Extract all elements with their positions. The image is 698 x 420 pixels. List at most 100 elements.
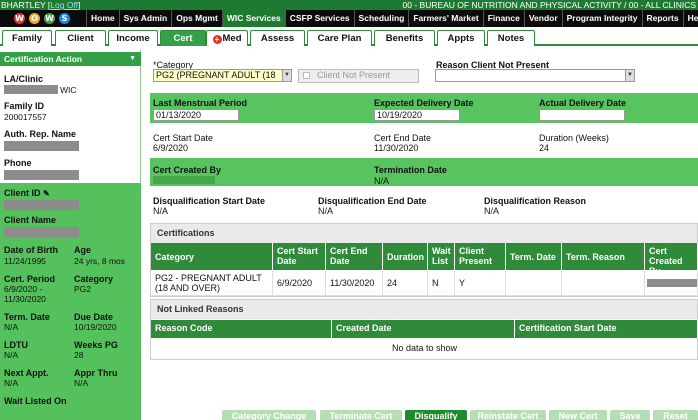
disq-end-value: N/A [318, 206, 334, 216]
reinstate-cert-button[interactable]: Reinstate Cert [470, 410, 546, 420]
lmp-label: Last Menstrual Period [153, 98, 248, 108]
due-date-label: Due Date [74, 312, 114, 322]
tab-benefits[interactable]: Benefits [374, 30, 435, 46]
reset-button[interactable]: Reset [653, 410, 698, 420]
username-bracket: ] [78, 0, 81, 10]
cert-start-label: Cert Start Date [153, 133, 214, 143]
cell-cert-end: 11/30/2020 [326, 270, 383, 296]
reason-not-present-select[interactable]: ▼ [435, 69, 635, 82]
nav-program-integrity[interactable]: Program Integrity [561, 10, 642, 27]
col-term-date[interactable]: Term. Date [506, 243, 562, 270]
due-date-value: 10/19/2020 [74, 322, 117, 332]
col-wait-list[interactable]: Wait List [428, 243, 455, 270]
logo-letter: W [44, 13, 55, 24]
nav-vendor[interactable]: Vendor [523, 10, 562, 27]
col-cert-created-by[interactable]: Cert Created By [645, 243, 698, 270]
col-term-reason[interactable]: Term. Reason [562, 243, 645, 270]
client-id-text: Client ID [4, 188, 41, 198]
logo-letter: O [29, 13, 40, 24]
edd-label: Expected Delivery Date [374, 98, 474, 108]
nav-scheduling[interactable]: Scheduling [353, 10, 409, 27]
empty-table-message: No data to show [391, 343, 458, 353]
appr-thru-value: N/A [74, 378, 89, 388]
logo-letter: S [59, 13, 70, 24]
weeks-pg-value: 28 [74, 350, 84, 360]
la-clinic-label: LA/Clinic [4, 74, 44, 84]
medical-cross-icon: + [212, 35, 222, 44]
duration-value: 24 [539, 143, 550, 153]
nav-csfp-services[interactable]: CSFP Services [284, 10, 354, 27]
terminate-cert-button[interactable]: Terminate Cert [320, 410, 402, 420]
dob-value: 11/24/1995 [4, 256, 46, 266]
duration-label: Duration (Weeks) [539, 133, 609, 143]
main-nav: Home Sys Admin Ops Mgmt WIC Services CSF… [86, 10, 698, 27]
lmp-input[interactable]: 01/13/2020 [153, 109, 239, 121]
client-name-label: Client Name [4, 215, 57, 225]
col-category[interactable]: Category [151, 243, 273, 270]
redacted-field [153, 176, 215, 184]
tab-cert[interactable]: Cert [160, 30, 206, 46]
disq-end-label: Disqualification End Date [318, 196, 427, 206]
disqualify-button[interactable]: Disqualify [405, 410, 467, 420]
redacted-field [647, 279, 697, 287]
nav-home[interactable]: Home [86, 10, 119, 27]
col-created-date[interactable]: Created Date [332, 320, 515, 338]
termination-date-label: Termination Date [374, 165, 447, 175]
tab-care-plan[interactable]: Care Plan [307, 30, 372, 46]
nav-wic-services[interactable]: WIC Services [221, 10, 285, 27]
agency-clinic: 00 - BUREAU OF NUTRITION AND PHYSICAL AC… [402, 0, 696, 10]
save-button[interactable]: Save [610, 410, 650, 420]
appr-thru-label: Appr Thru [74, 368, 118, 378]
nav-ops-mgmt[interactable]: Ops Mgmt [171, 10, 222, 27]
redacted-field [4, 200, 79, 210]
tab-med[interactable]: + Med [206, 30, 248, 46]
cell-client-present: Y [455, 270, 506, 296]
category-change-button[interactable]: Category Change [222, 410, 316, 420]
cert-end-label: Cert End Date [374, 133, 432, 143]
edd-input[interactable]: 10/19/2020 [374, 109, 460, 121]
logoff-link[interactable]: Log Off [50, 0, 78, 10]
wows-logo: W O W S [0, 10, 86, 27]
cert-end-value: 11/30/2020 [374, 143, 419, 153]
wait-listed-label: Wait Listed On [4, 396, 67, 406]
certification-action-dropdown[interactable]: Certification Action ▼ [0, 52, 141, 66]
col-cert-start-date[interactable]: Cert Start Date [273, 243, 326, 270]
tab-appts[interactable]: Appts [437, 30, 485, 46]
client-not-present-checkbox[interactable]: Client Not Present [298, 69, 419, 83]
nav-farmers-market[interactable]: Farmers' Market [408, 10, 482, 27]
category-select[interactable]: PG2 (PREGNANT ADULT (18 ▼ [153, 69, 292, 82]
client-sidebar: Certification Action ▼ LA/Clinic WIC Fam… [0, 50, 141, 420]
col-duration[interactable]: Duration [383, 243, 428, 270]
col-client-present[interactable]: Client Present [455, 243, 506, 270]
tab-income[interactable]: Income [108, 30, 158, 46]
disq-reason-value: N/A [484, 206, 500, 216]
nav-reports[interactable]: Reports [641, 10, 683, 27]
col-certification-start-date[interactable]: Certification Start Date [515, 320, 698, 338]
category-select-value: PG2 (PREGNANT ADULT (18 [156, 70, 276, 80]
col-reason-code[interactable]: Reason Code [151, 320, 332, 338]
username: BHARTLEY [ [1, 0, 51, 10]
add-label: Actual Delivery Date [539, 98, 627, 108]
certification-action-label: Certification Action [4, 54, 83, 64]
tab-client[interactable]: Client [55, 30, 106, 46]
cell-category: PG2 - PREGNANT ADULT (18 AND OVER) [151, 270, 273, 296]
cert-period-value: 6/9/2020 - 11/30/2020 [4, 284, 46, 304]
col-cert-end-date[interactable]: Cert End Date [326, 243, 383, 270]
chevron-down-icon: ▼ [129, 55, 136, 62]
nav-finance[interactable]: Finance [482, 10, 524, 27]
add-input[interactable] [539, 109, 625, 121]
nav-sys-admin[interactable]: Sys Admin [118, 10, 172, 27]
age-value: 24 yrs, 8 mos [74, 256, 126, 266]
disq-start-value: N/A [153, 206, 169, 216]
phone-label: Phone [4, 158, 32, 168]
ldtu-label: LDTU [4, 340, 28, 350]
tab-family[interactable]: Family [2, 30, 52, 46]
tab-notes[interactable]: Notes [487, 30, 535, 46]
client-summary-panel: Client ID ✎ Client Name Date of Birth 11… [0, 183, 141, 420]
new-cert-button[interactable]: New Cert [549, 410, 607, 420]
nav-help[interactable]: Help [682, 10, 698, 27]
family-id-value: 200017557 [4, 112, 47, 122]
title-bar: BHARTLEY [Log Off] 00 - BUREAU OF NUTRIT… [0, 0, 698, 10]
tab-assess[interactable]: Assess [250, 30, 305, 46]
edit-pencil-icon[interactable]: ✎ [43, 189, 50, 198]
